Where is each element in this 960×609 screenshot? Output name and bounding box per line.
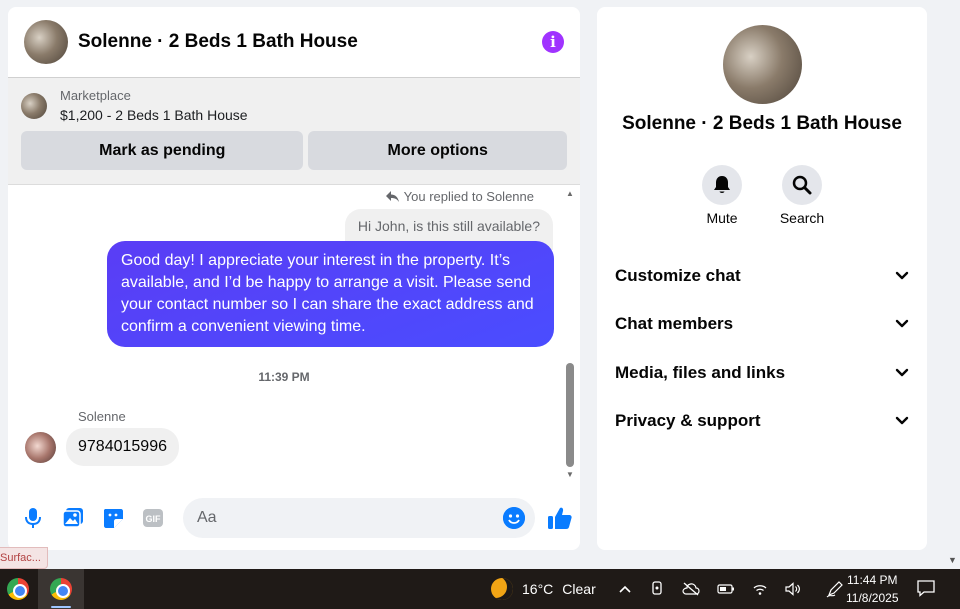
incoming-message[interactable]: 9784015996 [66, 428, 179, 466]
scroll-thumb[interactable] [566, 363, 574, 467]
message-input[interactable] [197, 509, 503, 527]
chevron-down-icon [895, 368, 909, 376]
listing-photo[interactable] [723, 25, 802, 104]
section-customize-chat[interactable]: Customize chat [615, 252, 909, 300]
chrome-icon [7, 578, 29, 600]
chat-title[interactable]: Solenne · 2 Beds 1 Bath House [78, 31, 542, 53]
weather-temp: 16°C [522, 581, 554, 597]
reply-arrow-icon [385, 191, 399, 202]
message-timestamp: 11:39 PM [258, 370, 310, 384]
sender-avatar[interactable] [25, 431, 56, 463]
search-icon[interactable] [782, 165, 822, 205]
section-label: Media, files and links [615, 362, 786, 382]
outgoing-message[interactable]: Good day! I appreciate your interest in … [107, 241, 554, 347]
chat-header: Solenne · 2 Beds 1 Bath House i [8, 7, 580, 78]
taskbar: 16°C Clear 11:44 PM 11/8/2025 [0, 569, 960, 609]
clock-date: 11/8/2025 [846, 591, 899, 605]
chevron-down-icon [895, 271, 909, 280]
info-icon[interactable]: i [542, 31, 564, 53]
message-input-wrapper [183, 498, 535, 538]
surface-tab[interactable]: Surfac... [0, 547, 48, 569]
scroll-down-icon[interactable]: ▼ [948, 555, 957, 565]
page-scrollbar[interactable]: ▼ [944, 0, 960, 569]
search-button[interactable]: Search [779, 165, 825, 226]
speaker-icon[interactable] [785, 582, 801, 596]
scroll-down-icon[interactable]: ▼ [565, 471, 575, 479]
reply-indicator-text: You replied to Solenne [403, 189, 534, 204]
message-composer: GIF [8, 497, 580, 539]
reply-indicator: You replied to Solenne [385, 189, 534, 204]
gif-icon[interactable]: GIF [142, 507, 164, 529]
marketplace-banner: Marketplace $1,200 - 2 Beds 1 Bath House… [8, 78, 580, 185]
photo-icon[interactable] [62, 507, 84, 529]
wifi-icon[interactable] [752, 582, 768, 596]
thumbs-up-icon[interactable] [547, 505, 573, 531]
chevron-down-icon [895, 416, 909, 425]
info-sections: Customize chat Chat members Media, files… [615, 252, 909, 445]
section-chat-members[interactable]: Chat members [615, 300, 909, 348]
mute-button[interactable]: Mute [701, 165, 743, 226]
section-label: Customize chat [615, 266, 741, 286]
info-actions: Mute Search [597, 165, 927, 226]
microphone-icon[interactable] [22, 507, 44, 529]
cloud-off-icon[interactable] [682, 582, 700, 596]
conversation-info-panel: Solenne · 2 Beds 1 Bath House Mute Searc… [597, 7, 927, 550]
taskbar-clock[interactable]: 11:44 PM 11/8/2025 [846, 571, 899, 607]
mute-label: Mute [706, 210, 738, 226]
pen-icon[interactable] [826, 580, 844, 598]
incoming-message-row: 9784015996 [25, 428, 179, 466]
marketplace-listing-thumbnail[interactable] [21, 92, 47, 119]
message-list: You replied to Solenne Hi John, is this … [8, 187, 580, 487]
more-options-button[interactable]: More options [308, 131, 567, 170]
mark-as-pending-button[interactable]: Mark as pending [21, 131, 304, 170]
clock-time: 11:44 PM [847, 573, 898, 587]
system-tray [618, 569, 844, 609]
gif-label: GIF [146, 514, 162, 524]
section-media-files-links[interactable]: Media, files and links [615, 349, 909, 397]
weather-widget[interactable]: 16°C Clear [491, 569, 596, 609]
chevron-up-icon[interactable] [618, 584, 632, 594]
listing-avatar[interactable] [24, 20, 68, 64]
info-title[interactable]: Solenne · 2 Beds 1 Bath House [597, 113, 927, 135]
search-label: Search [779, 210, 825, 226]
marketplace-listing-title[interactable]: $1,200 - 2 Beds 1 Bath House [60, 107, 248, 123]
notification-icon[interactable] [916, 579, 936, 597]
chevron-down-icon [895, 320, 909, 328]
device-icon[interactable] [649, 581, 665, 597]
battery-icon[interactable] [717, 583, 735, 595]
sender-name: Solenne [78, 409, 126, 424]
emoji-icon[interactable] [503, 507, 525, 529]
bell-icon[interactable] [702, 165, 742, 205]
chrome-icon [50, 578, 72, 600]
moon-icon [491, 578, 513, 600]
section-label: Privacy & support [615, 411, 761, 431]
chat-panel: Solenne · 2 Beds 1 Bath House i Marketpl… [8, 7, 580, 550]
scroll-up-icon[interactable]: ▲ [565, 190, 575, 198]
marketplace-label: Marketplace [60, 88, 131, 103]
sticker-icon[interactable] [102, 507, 124, 529]
chrome-profile-taskbar-icon[interactable] [38, 569, 84, 609]
message-scrollbar[interactable]: ▲ ▼ [565, 187, 575, 487]
weather-desc: Clear [562, 581, 596, 597]
section-privacy-support[interactable]: Privacy & support [615, 397, 909, 445]
chrome-taskbar-icon[interactable] [0, 569, 36, 609]
section-label: Chat members [615, 314, 734, 334]
